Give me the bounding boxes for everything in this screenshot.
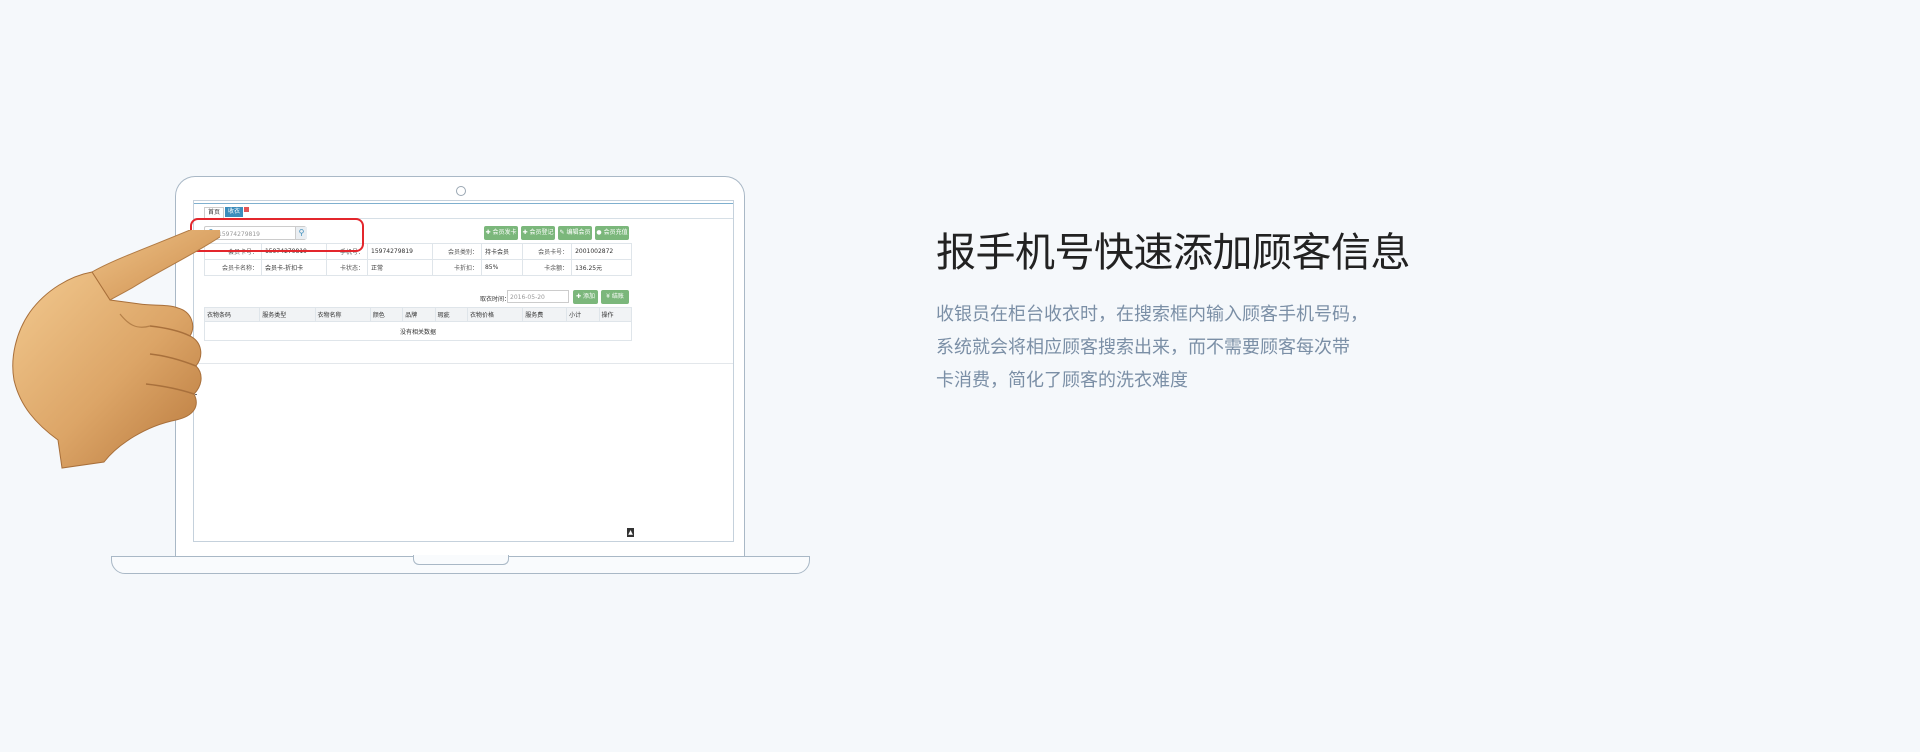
camera-icon — [456, 186, 466, 196]
page-title: 报手机号快速添加顾客信息 — [936, 230, 1411, 276]
issue-card-button[interactable]: ✚ 会员发卡 — [484, 226, 518, 240]
pickup-time-input[interactable]: 2016-05-20 00:39:07 — [507, 290, 569, 314]
column-header: 衣物价格 — [467, 307, 524, 322]
column-header: 操作 — [598, 307, 633, 322]
info-label: 卡状态： — [325, 259, 369, 276]
register-member-button[interactable]: ✚ 会员登记 — [521, 226, 555, 240]
info-label: 卡余额： — [522, 259, 573, 276]
info-value: 136.25元 — [571, 259, 632, 276]
column-header: 衣物名称 — [314, 307, 371, 322]
section-divider — [194, 363, 733, 364]
pointing-hand-icon — [12, 230, 220, 469]
info-value: 2001002872 — [571, 243, 632, 260]
info-row: 会员卡名称： 会员卡-折扣卡 卡状态： 正常 卡折扣： 85% 卡余额： 136… — [204, 259, 632, 276]
column-header: 品牌 — [402, 307, 436, 322]
pickup-time-label: 取衣时间： — [480, 296, 511, 303]
edit-member-label: 编辑会员 — [566, 229, 591, 236]
column-header: 小计 — [566, 307, 600, 322]
column-header: 瑕疵 — [434, 307, 469, 322]
laptop-notch — [413, 555, 509, 565]
info-value: 持卡会员 — [480, 243, 524, 260]
description: 收银员在柜台收衣时，在搜索框内输入顾客手机号码， 系统就会将相应顾客搜索出来，而… — [936, 298, 1396, 397]
description-line: 系统就会将相应顾客搜索出来，而不需要顾客每次带 — [936, 337, 1350, 358]
column-header: 服务类型 — [259, 307, 316, 322]
add-button[interactable]: ✚ 添加 — [573, 290, 598, 304]
info-value: 会员卡-折扣卡 — [260, 259, 327, 276]
info-value: 正常 — [367, 259, 433, 276]
scroll-top-icon[interactable]: ▲ — [627, 528, 634, 537]
empty-message: 没有相关数据 — [204, 321, 632, 341]
description-line: 卡消费，简化了顾客的洗衣难度 — [936, 370, 1188, 391]
issue-card-label: 会员发卡 — [492, 229, 517, 236]
tab-close-icon[interactable] — [244, 207, 249, 212]
top-rule — [194, 203, 733, 204]
recharge-member-button[interactable]: ● 会员充值 — [595, 226, 629, 240]
add-label: 添加 — [582, 293, 595, 300]
register-member-label: 会员登记 — [529, 229, 554, 236]
edit-member-button[interactable]: ✎ 编辑会员 — [558, 226, 592, 240]
checkout-button[interactable]: ¥ 结账 — [601, 290, 629, 304]
info-label: 会员类别： — [431, 243, 482, 260]
column-header: 服务费 — [522, 307, 568, 322]
table-row: 没有相关数据 — [204, 321, 632, 341]
checkout-label: 结账 — [611, 293, 624, 300]
column-header: 颜色 — [369, 307, 404, 322]
table-header-row: 衣物条码 服务类型 衣物名称 颜色 品牌 瑕疵 衣物价格 服务费 小计 操作 — [203, 307, 633, 322]
description-line: 收银员在柜台收衣时，在搜索框内输入顾客手机号码， — [936, 304, 1368, 325]
info-label: 卡折扣： — [431, 259, 482, 276]
info-value: 85% — [480, 259, 524, 276]
recharge-member-label: 会员充值 — [603, 229, 628, 236]
info-label: 会员卡号： — [522, 243, 573, 260]
tab-receive-clothes[interactable]: 收衣 — [225, 207, 244, 217]
clothes-table: 衣物条码 服务类型 衣物名称 颜色 品牌 瑕疵 衣物价格 服务费 小计 操作 没… — [203, 307, 633, 341]
info-value: 15974279819 — [367, 243, 433, 260]
